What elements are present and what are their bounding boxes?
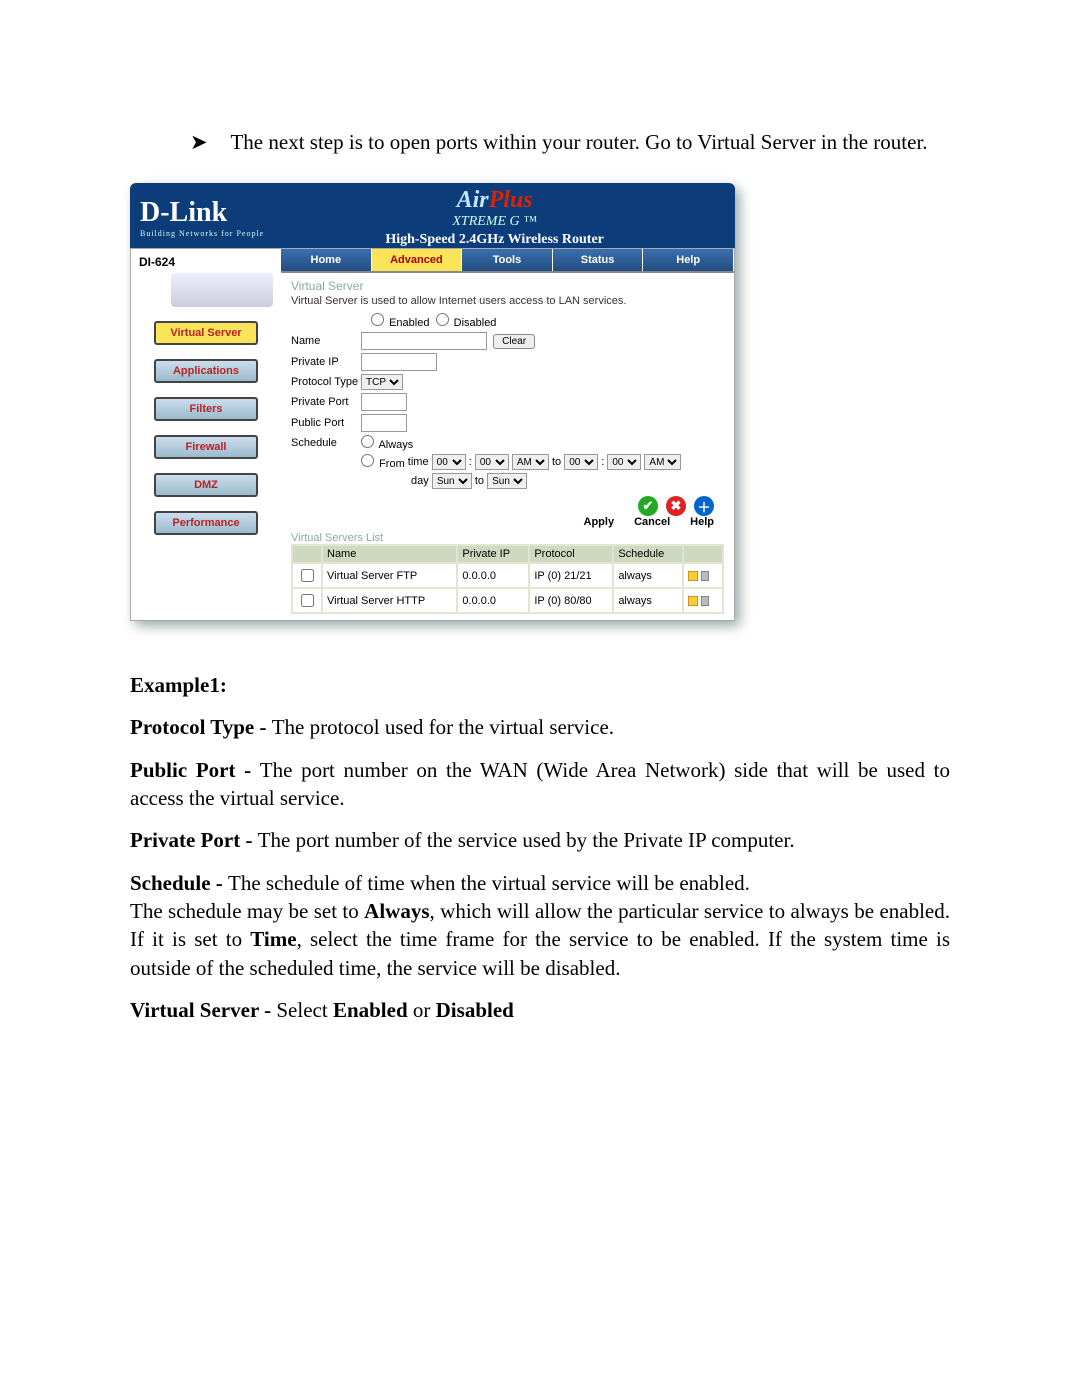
tab-tools[interactable]: Tools xyxy=(462,249,553,271)
row-checkbox[interactable] xyxy=(301,594,314,607)
to-word-2: to xyxy=(475,475,484,487)
radio-always[interactable]: Always xyxy=(361,435,413,451)
delete-icon[interactable] xyxy=(701,596,709,606)
router-image xyxy=(171,273,273,307)
section-title: Virtual Server xyxy=(291,279,724,293)
arrow-icon: ➤ xyxy=(190,130,208,154)
sidebar-virtual-server[interactable]: Virtual Server xyxy=(154,321,258,345)
plus-word: Plus xyxy=(489,187,533,213)
label-private-ip: Private IP xyxy=(291,356,361,368)
subtitle: High-Speed 2.4GHz Wireless Router xyxy=(264,232,725,248)
sidebar: DI-624 Virtual Server Applications Filte… xyxy=(131,249,281,620)
label-protocol-type: Protocol Type xyxy=(291,376,361,388)
label-schedule: Schedule xyxy=(291,437,361,449)
main-panel: Home Advanced Tools Status Help Virtual … xyxy=(281,249,734,620)
document-body: Example1: Protocol Type - The protocol u… xyxy=(130,671,950,1024)
section-desc: Virtual Server is used to allow Internet… xyxy=(291,295,724,307)
radio-enabled[interactable]: Enabled xyxy=(371,313,429,329)
router-ui: D-Link Building Networks for People AirP… xyxy=(130,183,735,621)
from-min[interactable]: 00 xyxy=(475,454,509,470)
edit-icon[interactable] xyxy=(688,596,698,606)
day-word: day xyxy=(411,475,429,487)
cancel-icon[interactable]: ✖ xyxy=(666,496,686,516)
table-row: Virtual Server FTP 0.0.0.0 IP (0) 21/21 … xyxy=(293,564,722,587)
public-port-input[interactable] xyxy=(361,414,407,432)
sidebar-performance[interactable]: Performance xyxy=(154,511,258,535)
apply-label: Apply xyxy=(584,516,615,528)
product-logo: AirPlus XTREME G ™ High-Speed 2.4GHz Wir… xyxy=(264,187,725,248)
label-private-port: Private Port xyxy=(291,396,361,408)
to-day[interactable]: Sun xyxy=(487,473,527,489)
brand-name: D-Link xyxy=(140,197,264,229)
step-text: The next step is to open ports within yo… xyxy=(230,130,927,154)
radio-from[interactable]: From xyxy=(361,454,405,470)
clear-button[interactable]: Clear xyxy=(493,334,535,349)
list-title: Virtual Servers List xyxy=(291,532,724,544)
to-hour[interactable]: 00 xyxy=(564,454,598,470)
private-port-input[interactable] xyxy=(361,393,407,411)
example-heading: Example1: xyxy=(130,673,227,697)
tab-advanced[interactable]: Advanced xyxy=(372,249,463,271)
servers-table: Name Private IP Protocol Schedule Virtua… xyxy=(291,544,724,614)
sidebar-applications[interactable]: Applications xyxy=(154,359,258,383)
tab-home[interactable]: Home xyxy=(281,249,372,271)
label-name: Name xyxy=(291,335,361,347)
tab-help[interactable]: Help xyxy=(643,249,734,271)
private-ip-input[interactable] xyxy=(361,353,437,371)
step-bullet: ➤ The next step is to open ports within … xyxy=(190,130,950,155)
xtreme-word: XTREME G xyxy=(452,214,519,229)
apply-icon[interactable]: ✔ xyxy=(638,496,658,516)
from-ampm[interactable]: AM xyxy=(512,454,549,470)
col-schedule: Schedule xyxy=(614,546,682,562)
to-min[interactable]: 00 xyxy=(607,454,641,470)
model-label: DI-624 xyxy=(131,249,281,269)
table-row: Virtual Server HTTP 0.0.0.0 IP (0) 80/80… xyxy=(293,589,722,612)
help-icon[interactable]: ＋ xyxy=(694,496,714,516)
sidebar-dmz[interactable]: DMZ xyxy=(154,473,258,497)
sidebar-filters[interactable]: Filters xyxy=(154,397,258,421)
air-word: Air xyxy=(457,187,489,213)
from-hour[interactable]: 00 xyxy=(432,454,466,470)
label-public-port: Public Port xyxy=(291,417,361,429)
tab-bar: Home Advanced Tools Status Help xyxy=(281,249,734,273)
delete-icon[interactable] xyxy=(701,571,709,581)
col-name: Name xyxy=(323,546,456,562)
tm-mark: ™ xyxy=(523,214,537,229)
help-label: Help xyxy=(690,516,714,528)
brand-tagline: Building Networks for People xyxy=(140,229,264,238)
protocol-select[interactable]: TCP xyxy=(361,374,403,390)
cancel-label: Cancel xyxy=(634,516,670,528)
from-day[interactable]: Sun xyxy=(432,473,472,489)
brand-block: D-Link Building Networks for People xyxy=(140,197,264,238)
action-icons: ✔ ✖ ＋ xyxy=(291,492,724,516)
col-private-ip: Private IP xyxy=(458,546,528,562)
time-word: time xyxy=(408,456,429,468)
router-header: D-Link Building Networks for People AirP… xyxy=(130,183,735,248)
to-ampm[interactable]: AM xyxy=(644,454,681,470)
tab-status[interactable]: Status xyxy=(553,249,644,271)
col-protocol: Protocol xyxy=(530,546,612,562)
radio-disabled[interactable]: Disabled xyxy=(436,313,497,329)
name-input[interactable] xyxy=(361,332,487,350)
edit-icon[interactable] xyxy=(688,571,698,581)
to-word-1: to xyxy=(552,456,561,468)
row-checkbox[interactable] xyxy=(301,569,314,582)
sidebar-firewall[interactable]: Firewall xyxy=(154,435,258,459)
